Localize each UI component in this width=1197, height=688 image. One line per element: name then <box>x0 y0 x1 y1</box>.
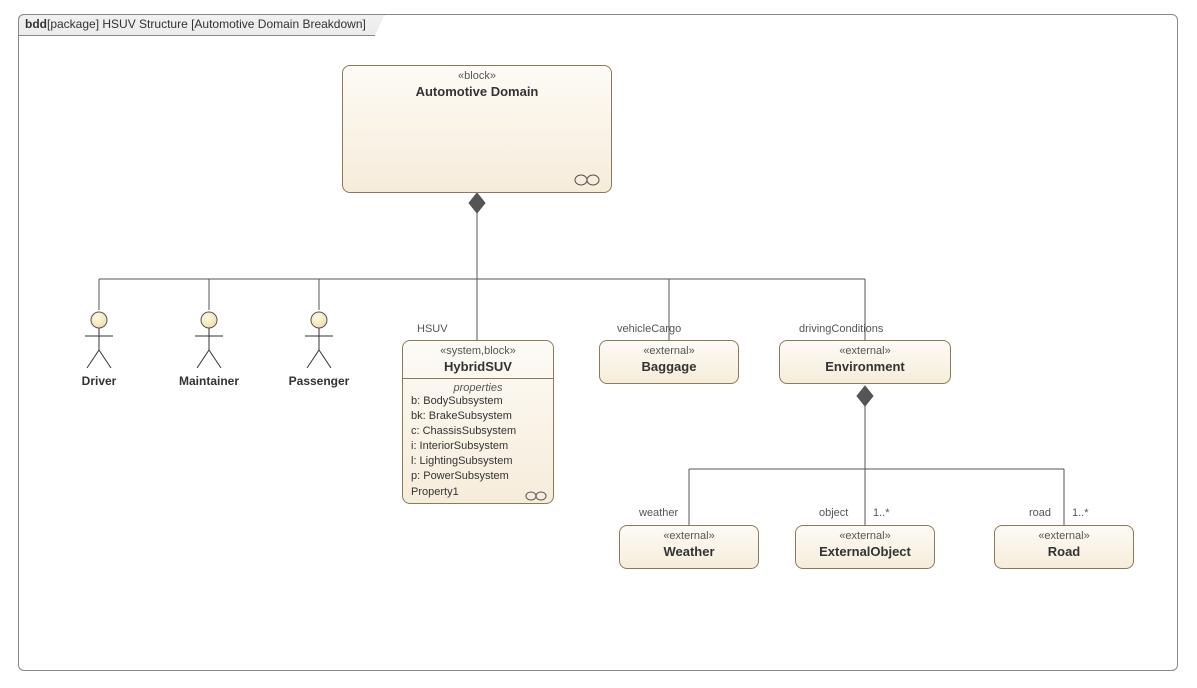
link-icon <box>573 174 601 186</box>
block-weather[interactable]: «external» Weather <box>619 525 759 569</box>
frame-title-tab: bdd[package] HSUV Structure [Automotive … <box>18 14 385 36</box>
frame-bracket: [package] <box>47 17 99 31</box>
block-title: Environment <box>780 357 950 378</box>
stereotype: «external» <box>995 526 1133 542</box>
block-hybridsuv[interactable]: «system,block» HybridSUV properties b: B… <box>402 340 554 504</box>
stereotype: «external» <box>780 341 950 357</box>
actor-passenger[interactable]: Passenger <box>279 310 359 388</box>
stereotype: «external» <box>620 526 758 542</box>
stereotype: «system,block» <box>403 341 553 357</box>
link-icon <box>525 491 547 501</box>
block-road[interactable]: «external» Road <box>994 525 1134 569</box>
property: i: InteriorSubsystem <box>411 439 545 454</box>
mult-road: 1..* <box>1072 507 1089 519</box>
actor-maintainer[interactable]: Maintainer <box>169 310 249 388</box>
frame-prefix: bdd <box>25 17 47 31</box>
property: bk: BrakeSubsystem <box>411 409 545 424</box>
block-title: Baggage <box>600 357 738 378</box>
role-road: road <box>1029 507 1051 519</box>
property: p: PowerSubsystem <box>411 469 545 484</box>
property: l: LightingSubsystem <box>411 454 545 469</box>
actor-label: Maintainer <box>169 374 249 388</box>
property: Property1 <box>411 486 459 498</box>
stereotype: «external» <box>600 341 738 357</box>
actor-label: Driver <box>59 374 139 388</box>
stereotype: «block» <box>343 66 611 82</box>
stereotype: «external» <box>796 526 934 542</box>
frame-subtitle: [Automotive Domain Breakdown] <box>191 17 366 31</box>
diagram-frame: bdd[package] HSUV Structure [Automotive … <box>18 14 1178 671</box>
mult-extobj: 1..* <box>873 507 890 519</box>
block-environment[interactable]: «external» Environment <box>779 340 951 384</box>
property: b: BodySubsystem <box>411 394 545 409</box>
block-title: Weather <box>620 542 758 563</box>
role-hsuv: HSUV <box>417 323 448 335</box>
block-title: HybridSUV <box>403 357 553 378</box>
properties-header: properties <box>411 382 545 394</box>
role-weather: weather <box>639 507 678 519</box>
block-baggage[interactable]: «external» Baggage <box>599 340 739 384</box>
role-baggage: vehicleCargo <box>617 323 681 335</box>
block-title: ExternalObject <box>796 542 934 563</box>
role-extobj: object <box>819 507 848 519</box>
block-title: Road <box>995 542 1133 563</box>
role-environment: drivingConditions <box>799 323 883 335</box>
actor-label: Passenger <box>279 374 359 388</box>
properties-compartment: properties b: BodySubsystem bk: BrakeSub… <box>403 378 553 503</box>
actor-driver[interactable]: Driver <box>59 310 139 388</box>
block-externalobject[interactable]: «external» ExternalObject <box>795 525 935 569</box>
property: c: ChassisSubsystem <box>411 424 545 439</box>
block-automotive-domain[interactable]: «block» Automotive Domain <box>342 65 612 193</box>
frame-title: HSUV Structure <box>99 17 191 31</box>
block-title: Automotive Domain <box>343 82 611 103</box>
